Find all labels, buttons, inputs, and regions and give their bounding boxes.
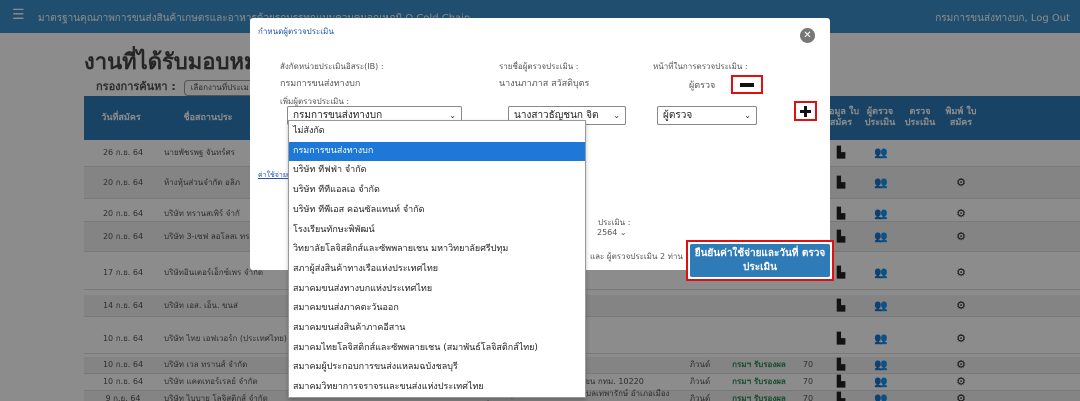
duty-label: หน้าที่ในการตรวจประเมิน :	[653, 62, 748, 71]
agency-value: กรมการขนส่งทางบก	[280, 79, 361, 89]
chevron-down-icon: ⌄	[613, 111, 620, 120]
dropdown-option[interactable]: ไม่สังกัด	[289, 122, 585, 141]
dropdown-option[interactable]: วิทยาลัยโลจิสติกส์และซัพพลายเชน มหาวิทยา…	[289, 240, 585, 259]
assess-year-select[interactable]: 2564 ⌄	[597, 228, 627, 237]
chevron-down-icon: ⌄	[619, 228, 627, 237]
agency-dropdown-list: ไม่สังกัด กรมการขนส่งทางบก บริษัท ทีฟฟ่า จ…	[288, 120, 586, 398]
dropdown-option[interactable]: สมาคมวิทยาการจราจรและขนส่งแห่งประเทศไทย	[289, 378, 585, 397]
role-select-value: ผู้ตรวจ	[663, 110, 693, 121]
agency-label: สังกัดหน่วยประเมินอิสระ(IB) :	[280, 62, 384, 71]
assess-year-value: 2564	[597, 228, 618, 237]
remove-assessor-button[interactable]	[731, 75, 763, 94]
role-select[interactable]: ผู้ตรวจ ⌄	[657, 106, 757, 125]
chevron-down-icon: ⌄	[744, 111, 751, 120]
confirm-cost-date-button[interactable]: ยืนยันค่าใช้จ่ายและวันที่ ตรวจประเมิน	[686, 240, 834, 281]
dropdown-option[interactable]: สมาคมขนส่งสินค้าภาคอีสาน	[289, 319, 585, 338]
dropdown-option[interactable]: สภาผู้ส่งสินค้าทางเรือแห่งประเทศไทย	[289, 260, 585, 279]
dropdown-option[interactable]: กรมการขนส่งทางบก	[289, 141, 585, 161]
inspector-value: นางนภาภาส สวัสดิบุตร	[499, 79, 590, 89]
modal-title: กำหนดผู้ตรวจประเมิน	[258, 27, 334, 36]
dropdown-option[interactable]: สมาคมผู้ประกอบการขนส่งแหลมฉบังชลบุรี	[289, 358, 585, 377]
close-icon[interactable]: ✕	[800, 28, 815, 43]
duty-value: ผู้ตรวจ	[689, 81, 716, 91]
add-assessor-button[interactable]	[794, 101, 817, 121]
dropdown-option[interactable]: บริษัท ทีฟฟ่า จำกัด	[289, 161, 585, 180]
dropdown-option[interactable]: สมาคมไทยโลจิสติกส์และซัพพลายเชน (สมาพันธ…	[289, 339, 585, 358]
dropdown-option[interactable]: โรงเรียนทักษะพิพัฒน์	[289, 221, 585, 240]
inspector-label: รายชื่อผู้ตรวจประเมิน :	[499, 62, 579, 71]
dropdown-option[interactable]: สมาคมขนส่งทางบกแห่งประเทศไทย	[289, 280, 585, 299]
dropdown-option[interactable]: บริษัท ทีทีแอลเอ จำกัด	[289, 181, 585, 200]
dropdown-option[interactable]: บริษัท ทีพีเอส คอนซัลแทนท์ จำกัด	[289, 201, 585, 220]
minus-icon	[740, 83, 754, 87]
dropdown-option[interactable]: สมาคมขนส่งภาคตะวันออก	[289, 299, 585, 318]
confirm-button-label: ยืนยันค่าใช้จ่ายและวันที่ ตรวจประเมิน	[690, 244, 830, 277]
assessor-count-note: และ ผู้ตรวจประเมิน 2 ท่าน	[590, 252, 683, 261]
